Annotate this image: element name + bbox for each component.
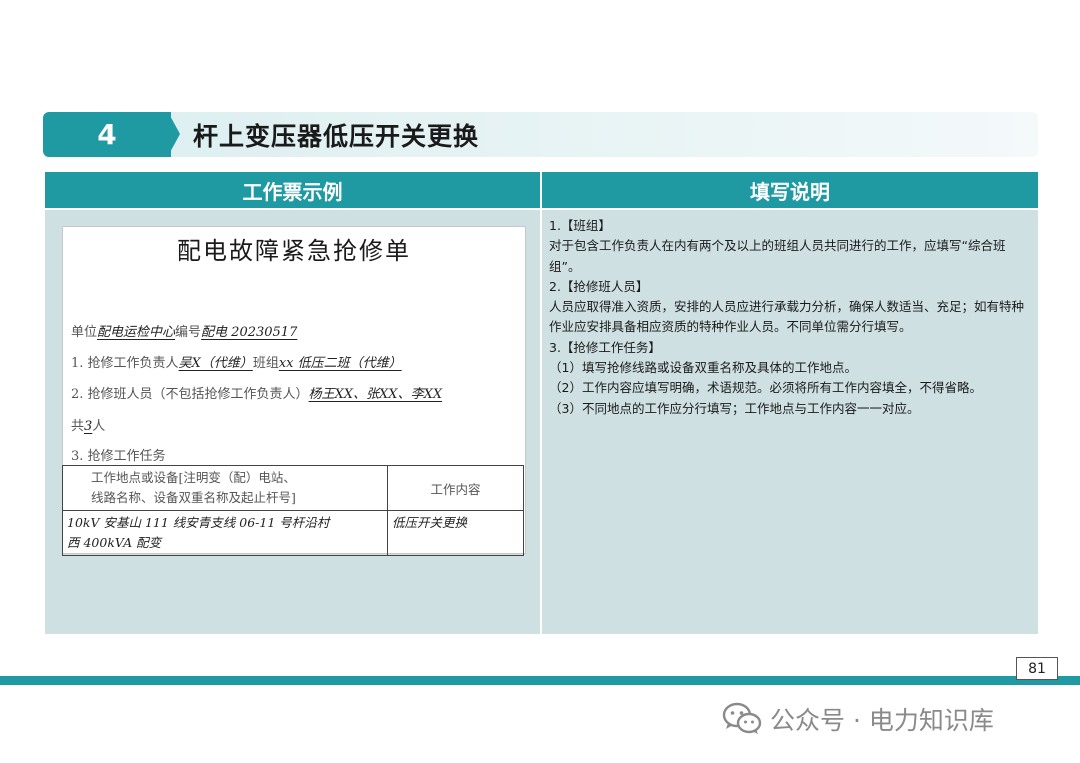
instruction-body: 对于包含工作负责人在内有两个及以上的班组人员共同进行的工作，应填写“综合班组”。 (549, 238, 1006, 274)
instruction-item: （3）不同地点的工作应分行填写；工作地点与工作内容一一对应。 (549, 400, 920, 416)
instruction-heading-1: 1.【班组】 (549, 218, 611, 233)
instructions-column-header: 填写说明 (542, 172, 1038, 208)
count-post: 人 (92, 419, 106, 434)
task-table: 工作地点或设备[注明变（配）电站、 线路名称、设备双重名称及起止杆号] 工作内容… (62, 465, 524, 556)
section-number-arrow (168, 112, 180, 156)
section-number: 4 (43, 112, 171, 157)
table-header-location: 工作地点或设备[注明变（配）电站、 线路名称、设备双重名称及起止杆号] (62, 465, 388, 511)
instruction-heading-2: 2.【抢修班人员】 (549, 278, 649, 294)
members-label: 2. 抢修班人员（不包括抢修工作负责人） (71, 387, 309, 402)
footer-bar (0, 676, 1080, 685)
form-leader-line: 1. 抢修工作负责人吴X（代维）班组xx 低压二班（代维） (71, 352, 402, 371)
team-label: 班组 (252, 356, 279, 371)
instruction-item: （2）工作内容应填写明确，术语规范。必须将所有工作内容填全，不得省略。 (549, 380, 982, 396)
instruction-item: （1）填写抢修线路或设备双重名称及具体的工作地点。 (549, 360, 857, 376)
watermark-text: 公众号 · 电力知识库 (770, 706, 994, 735)
unit-label: 单位 (71, 325, 98, 340)
example-column-header: 工作票示例 (45, 172, 540, 208)
form-members-line: 2. 抢修班人员（不包括抢修工作负责人）杨王XX、张XX、李XX (71, 383, 442, 402)
table-cell-location: 10kV 安基山 111 线安青支线 06-11 号杆沿村 西 400kVA 配… (62, 510, 388, 556)
count-pre: 共 (71, 419, 85, 434)
slide-title: 杆上变压器低压开关更换 (193, 121, 480, 151)
team-value: xx 低压二班（代维） (278, 356, 402, 371)
instruction-heading-3: 3.【抢修工作任务】 (549, 339, 661, 355)
instruction-body: 人员应取得准入资质，安排的人员应进行承载力分析，确保人数适当、充足；如有特种作业… (549, 299, 1025, 335)
members-value: 杨王XX、张XX、李XX (308, 387, 443, 402)
table-cell-content: 低压开关更换 (387, 510, 524, 556)
number-label: 编号 (175, 325, 202, 340)
number-value: 配电 20230517 (201, 325, 298, 340)
wechat-icon (722, 702, 762, 734)
unit-value: 配电运检中心 (97, 325, 176, 340)
page-number: 81 (1016, 657, 1058, 680)
leader-value: 吴X（代维） (178, 356, 253, 371)
table-header-content: 工作内容 (387, 465, 524, 511)
form-count-line: 共3人 (71, 415, 105, 434)
table-row: 10kV 安基山 111 线安青支线 06-11 号杆沿村 西 400kVA 配… (62, 510, 524, 556)
repair-form-image: 配电故障紧急抢修单 单位配电运检中心编号配电 20230517 1. 抢修工作负… (62, 226, 526, 556)
form-unit-line: 单位配电运检中心编号配电 20230517 (71, 321, 297, 340)
form-title: 配电故障紧急抢修单 (177, 237, 411, 265)
instructions-text: 1.【班组】 对于包含工作负责人在内有两个及以上的班组人员共同进行的工作，应填写… (549, 216, 1029, 419)
watermark: 公众号 · 电力知识库 (722, 700, 994, 738)
form-task-label: 3. 抢修工作任务 (71, 449, 166, 464)
leader-label: 1. 抢修工作负责人 (71, 356, 179, 371)
table-header-row: 工作地点或设备[注明变（配）电站、 线路名称、设备双重名称及起止杆号] 工作内容 (62, 465, 524, 511)
